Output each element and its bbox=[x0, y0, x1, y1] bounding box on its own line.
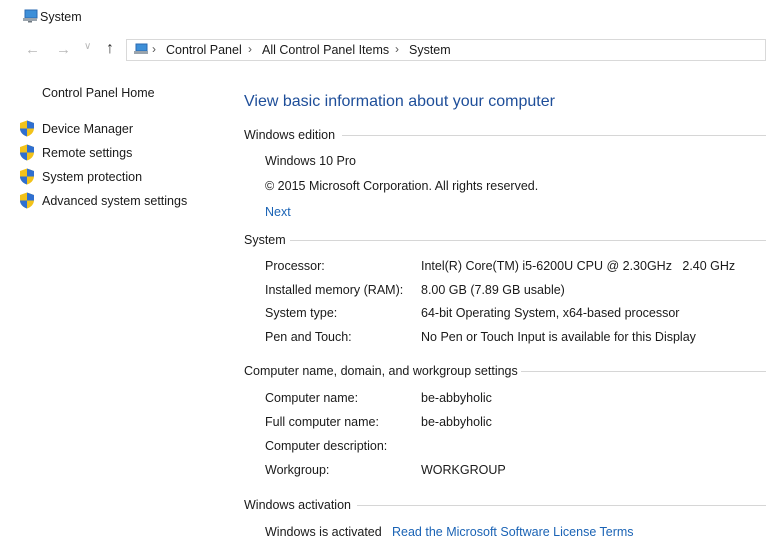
activation-status: Windows is activated bbox=[265, 525, 382, 539]
section-divider bbox=[357, 505, 766, 506]
control-panel-icon bbox=[134, 43, 148, 54]
computer-description-label: Computer description: bbox=[265, 439, 388, 453]
workgroup-label: Workgroup: bbox=[265, 463, 330, 477]
computer-name-value: be-abbyholic bbox=[421, 391, 492, 405]
copyright-text: © 2015 Microsoft Corporation. All rights… bbox=[265, 179, 539, 193]
breadcrumb-separator-icon: › bbox=[248, 42, 252, 56]
sidebar-item-system-protection[interactable]: System protection bbox=[42, 170, 142, 184]
uac-shield-icon bbox=[20, 120, 34, 137]
uac-shield-icon bbox=[20, 144, 34, 161]
section-heading-computer-name: Computer name, domain, and workgroup set… bbox=[244, 364, 518, 378]
section-divider bbox=[342, 135, 766, 136]
section-heading-system: System bbox=[244, 233, 286, 247]
uac-shield-icon bbox=[20, 168, 34, 185]
pen-touch-value: No Pen or Touch Input is available for t… bbox=[421, 330, 696, 344]
up-arrow-icon[interactable]: ↑ bbox=[106, 40, 114, 58]
system-type-label: System type: bbox=[265, 306, 338, 320]
breadcrumb-control-panel[interactable]: Control Panel bbox=[166, 43, 242, 57]
processor-label: Processor: bbox=[265, 259, 325, 273]
breadcrumb-all-items[interactable]: All Control Panel Items bbox=[262, 43, 389, 57]
full-computer-name-label: Full computer name: bbox=[265, 415, 379, 429]
sidebar-item-remote-settings[interactable]: Remote settings bbox=[42, 146, 132, 160]
breadcrumb-system[interactable]: System bbox=[409, 43, 451, 57]
page-title: View basic information about your comput… bbox=[244, 93, 555, 110]
sidebar-item-device-manager[interactable]: Device Manager bbox=[42, 122, 133, 136]
memory-label: Installed memory (RAM): bbox=[265, 283, 404, 297]
breadcrumb-separator-icon: › bbox=[152, 42, 156, 56]
section-heading-windows-edition: Windows edition bbox=[244, 128, 336, 142]
system-icon bbox=[23, 9, 38, 23]
uac-shield-icon bbox=[20, 192, 34, 209]
section-heading-windows-activation: Windows activation bbox=[244, 498, 351, 512]
computer-name-label: Computer name: bbox=[265, 391, 359, 405]
processor-value: Intel(R) Core(TM) i5-6200U CPU @ 2.30GHz… bbox=[421, 259, 736, 273]
pen-touch-label: Pen and Touch: bbox=[265, 330, 352, 344]
license-terms-link[interactable]: Read the Microsoft Software License Term… bbox=[392, 525, 634, 539]
system-type-value: 64-bit Operating System, x64-based proce… bbox=[421, 306, 680, 320]
workgroup-value: WORKGROUP bbox=[421, 463, 506, 477]
sidebar-item-advanced-system-settings[interactable]: Advanced system settings bbox=[42, 194, 187, 208]
recent-dropdown-icon[interactable]: ∨ bbox=[84, 41, 91, 52]
forward-arrow-icon[interactable]: → bbox=[56, 41, 71, 58]
full-computer-name-value: be-abbyholic bbox=[421, 415, 492, 429]
section-divider bbox=[290, 240, 766, 241]
window-title: System bbox=[40, 10, 82, 24]
section-divider bbox=[521, 371, 766, 372]
control-panel-home-link[interactable]: Control Panel Home bbox=[42, 86, 155, 100]
next-link[interactable]: Next bbox=[265, 205, 291, 219]
back-arrow-icon[interactable]: ← bbox=[25, 41, 40, 58]
edition-name: Windows 10 Pro bbox=[265, 154, 357, 168]
breadcrumb-separator-icon: › bbox=[395, 42, 399, 56]
memory-value: 8.00 GB (7.89 GB usable) bbox=[421, 283, 565, 297]
